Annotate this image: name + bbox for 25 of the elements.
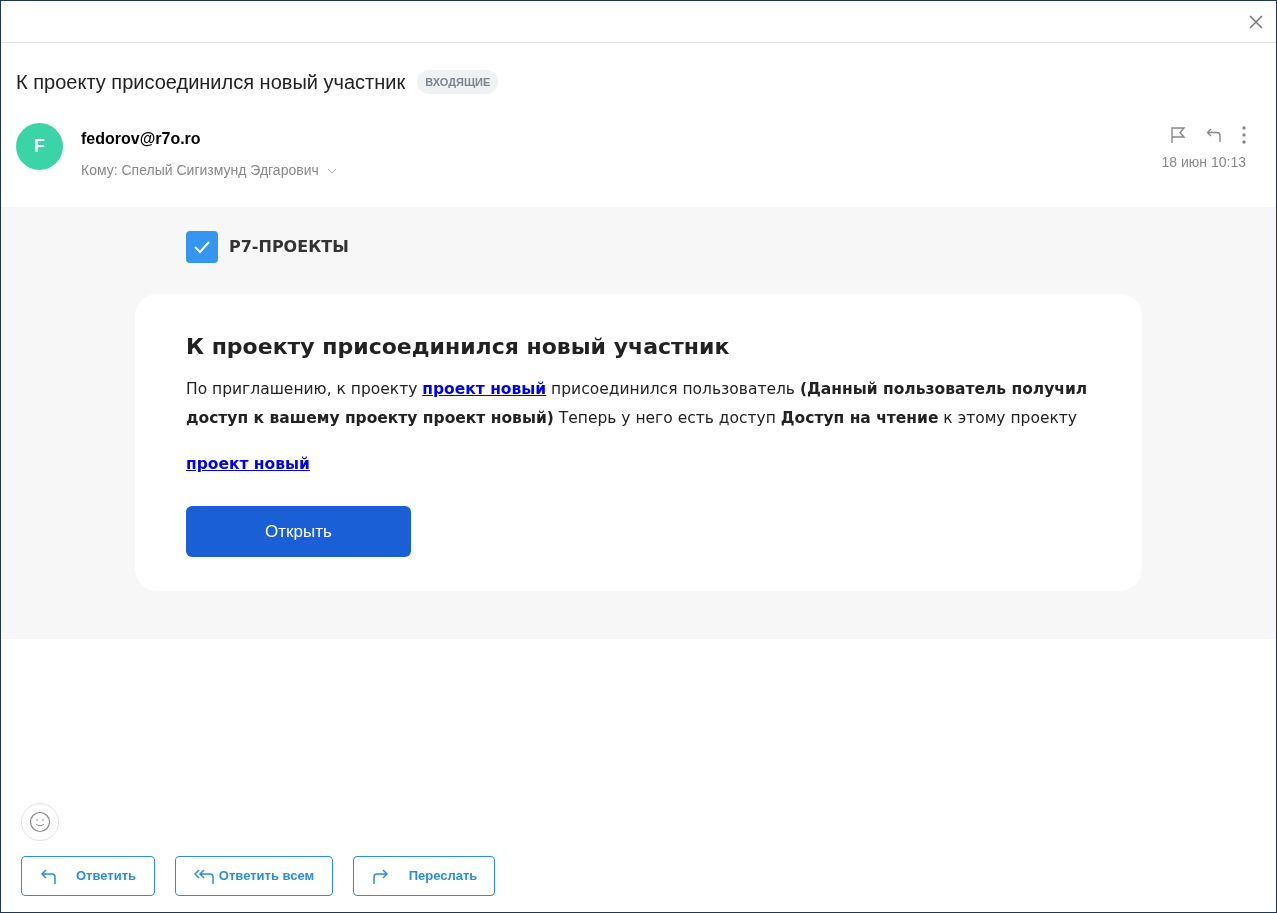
recipients-text: Кому: Спелый Сигизмунд Эдгарович bbox=[81, 161, 319, 180]
email-subject: К проекту присоединился новый участник bbox=[16, 70, 406, 95]
folder-badge: ВХОДЯЩИЕ bbox=[417, 69, 499, 95]
message-heading: К проекту присоединился новый участник bbox=[186, 333, 731, 361]
smiley-icon bbox=[29, 811, 51, 833]
reply-icon bbox=[39, 867, 58, 885]
flag-icon[interactable] bbox=[1170, 126, 1186, 144]
chevron-down-icon[interactable] bbox=[326, 167, 337, 174]
project-link[interactable]: проект новый bbox=[186, 453, 310, 477]
forward-icon bbox=[370, 867, 389, 885]
brand-name: Р7-ПРОЕКТЫ bbox=[229, 236, 349, 258]
reply-all-button[interactable]: Ответить всем bbox=[175, 856, 333, 896]
reply-icon[interactable] bbox=[1206, 127, 1222, 143]
checkbox-logo-icon bbox=[186, 231, 218, 263]
more-options-icon[interactable] bbox=[1242, 126, 1246, 144]
open-button[interactable]: Открыть bbox=[186, 506, 411, 558]
reply-button[interactable]: Ответить bbox=[21, 856, 155, 896]
sender-avatar: F bbox=[16, 123, 63, 170]
project-link[interactable]: проект новый bbox=[422, 380, 547, 398]
reply-all-icon bbox=[193, 867, 216, 885]
message-paragraph: По приглашению, к проекту проект новый присоединился пользователь (Данный пользователь получил доступ к вашему проекту проект новый) Теперь у него есть доступ Доступ на чтение к этому проекту bbox=[186, 379, 1089, 429]
sender-email: fedorov@r7o.ro bbox=[81, 129, 202, 149]
close-icon[interactable] bbox=[1248, 13, 1264, 30]
forward-button[interactable]: Переслать bbox=[353, 856, 495, 896]
email-date: 18 июн 10:13 bbox=[1161, 153, 1246, 172]
